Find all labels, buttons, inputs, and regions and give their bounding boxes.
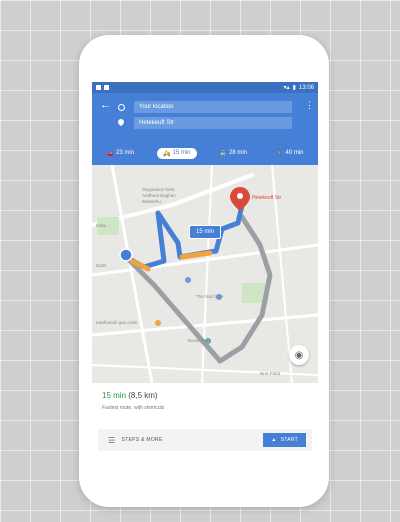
route-eta: 15 min (8,5 km) (102, 391, 158, 400)
phone-screen: ▾▴ ▮ 13:06 ← Your location Hetekeuft Str… (92, 82, 318, 454)
directions-header: ← Your location Hetekeuft Str ⋮ 🚗 23 min… (92, 93, 318, 165)
walk-icon: 🚶 (276, 150, 284, 157)
list-icon: ☰ (108, 435, 116, 445)
tab-walk[interactable]: 🚶 40 min (270, 148, 310, 159)
sim-icon (104, 85, 109, 90)
travel-mode-tabs: 🚗 23 min 🛵 15 min 🚆 28 min 🚶 40 min (92, 144, 318, 162)
map-label: Baltelehu (142, 199, 161, 204)
navigation-arrow-icon: ▲ (271, 437, 277, 443)
destination-map-label: Hetekeuft Str (252, 195, 282, 201)
my-location-icon: ◉ (294, 349, 304, 361)
origin-field[interactable]: Your location (134, 101, 292, 113)
map-label: Andhera Baghan (142, 193, 176, 198)
signal-icon: ▾▴ (283, 85, 290, 91)
poi-icon (185, 277, 191, 283)
map-label: Dalm (96, 263, 107, 268)
steps-more-button[interactable]: ☰ STEPS & MORE (108, 436, 163, 445)
map-label: Kanlhandri gas cirde (96, 320, 138, 325)
tab-walk-label: 40 min (285, 150, 304, 156)
tab-car-label: 23 min (115, 150, 134, 156)
map-label: Seyyiresoz Nest (142, 187, 175, 192)
origin-dot-icon (118, 104, 125, 111)
map-label: Kaltu (96, 223, 107, 228)
map-view[interactable]: Seyyiresoz Nest Andhera Baghan Baltelehu… (92, 165, 318, 383)
steps-more-label: STEPS & MORE (121, 437, 163, 443)
more-vert-icon[interactable]: ⋮ (305, 101, 314, 110)
route-action-bar: ☰ STEPS & MORE ▲ START (98, 429, 312, 451)
arrow-left-icon[interactable]: ← (100, 99, 111, 111)
map-label: The Nail Cafe (196, 294, 224, 299)
motorbike-icon: 🛵 (163, 150, 171, 157)
car-icon: 🚗 (106, 150, 114, 157)
status-time: 13:06 (298, 84, 314, 91)
map-label: Bosati Park (188, 338, 212, 343)
map-canvas (92, 165, 318, 383)
tab-motorbike[interactable]: 🛵 15 min (157, 147, 197, 159)
notification-icon (96, 85, 101, 90)
destination-pin-center (237, 193, 243, 199)
start-button[interactable]: ▲ START (263, 433, 306, 447)
start-label: START (280, 437, 298, 443)
tab-motorbike-label: 15 min (172, 150, 191, 156)
origin-marker-icon (119, 248, 133, 262)
poi-icon (155, 320, 161, 326)
route-distance: (8,5 km) (128, 391, 158, 400)
tab-transit-label: 28 min (228, 150, 247, 156)
map-road (92, 364, 318, 376)
transit-icon: 🚆 (219, 150, 227, 157)
route-description: Fastest route, with shortcuts (102, 405, 165, 411)
destination-field[interactable]: Hetekeuft Str (134, 117, 292, 129)
status-bar: ▾▴ ▮ 13:06 (92, 82, 318, 93)
route-summary: 15 min (8,5 km) Fastest route, with shor… (92, 383, 318, 454)
eta-chip[interactable]: 15 min (189, 225, 222, 239)
tab-transit[interactable]: 🚆 28 min (214, 148, 254, 159)
map-label: Nrot Puba (260, 371, 281, 376)
tab-car[interactable]: 🚗 23 min (101, 148, 141, 159)
battery-icon: ▮ (292, 85, 296, 91)
route-minutes: 15 min (102, 391, 127, 400)
my-location-button[interactable]: ◉ (289, 345, 309, 365)
destination-pin-icon (116, 117, 126, 127)
